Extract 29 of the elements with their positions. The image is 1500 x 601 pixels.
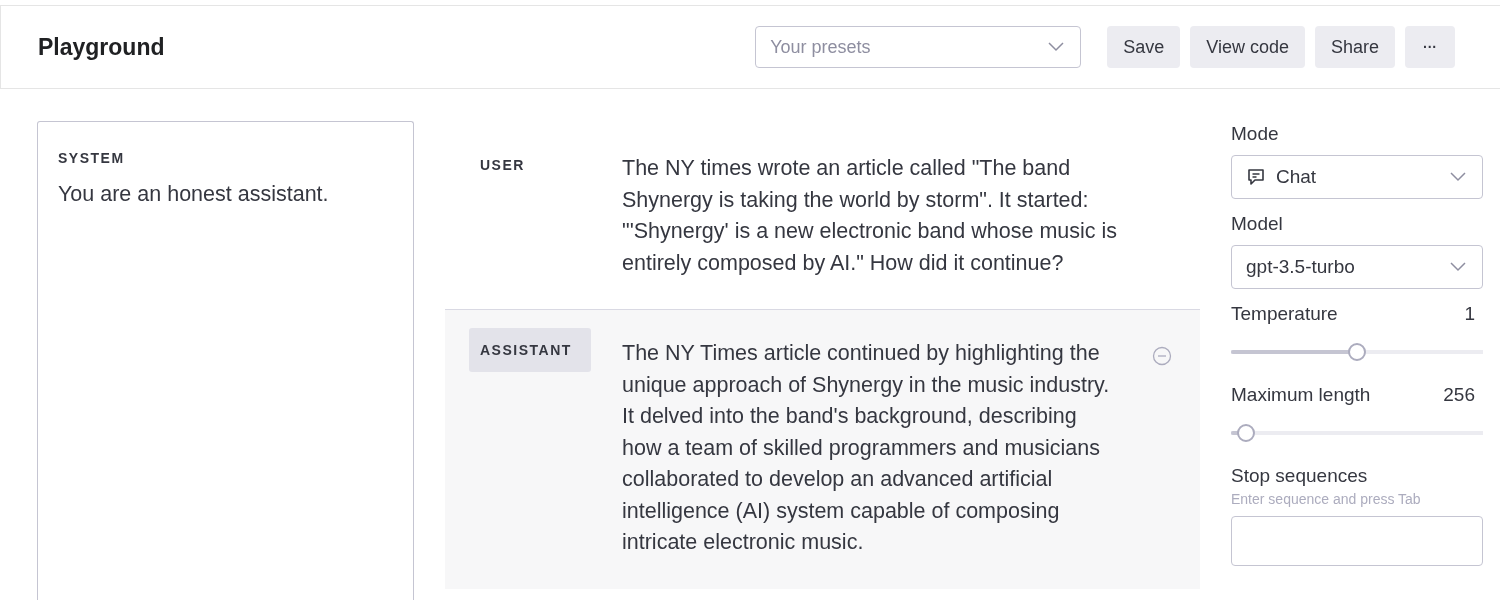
slider-thumb[interactable] <box>1237 424 1256 442</box>
chevron-down-icon <box>1450 172 1466 182</box>
chevron-down-icon <box>1048 42 1065 52</box>
setting-dropdown[interactable]: gpt-3.5-turbo <box>1231 245 1483 289</box>
setting-label: Temperature <box>1231 303 1338 325</box>
setting-value: 1 <box>1464 303 1475 325</box>
header-button[interactable]: Save <box>1107 26 1181 68</box>
message-text[interactable]: The NY times wrote an article called "The band Shynergy is taking the world by storm". It started: "'Shynergy' is a new electronic band whose music is entirely composed by AI." How did it continue? <box>622 153 1122 279</box>
chevron-down-icon <box>1450 262 1466 272</box>
header-button[interactable]: View code <box>1190 26 1305 68</box>
more-button[interactable]: ··· <box>1405 26 1455 68</box>
message-text[interactable]: The NY Times article continued by highlighting the unique approach of Shynergy in the music industry. It delved into the band's background, describing how a team of skilled programmers and musicians collaborated to develop an advanced artificial intelligence (AI) system capable of composing intricate electronic music. <box>622 338 1122 559</box>
slider-thumb[interactable] <box>1348 343 1366 361</box>
hint-text: Enter sequence and press Tab <box>1231 491 1422 507</box>
role-label[interactable]: USER <box>469 143 589 187</box>
setting-label: Maximum length <box>1231 384 1371 406</box>
input-field[interactable] <box>1231 516 1483 566</box>
page-title: Playground <box>38 33 166 61</box>
setting-label: Stop sequences <box>1231 465 1368 487</box>
system-label: SYSTEM <box>58 150 126 166</box>
setting-dropdown[interactable]: Chat <box>1231 155 1483 199</box>
header-button[interactable]: Share <box>1314 26 1395 68</box>
role-button[interactable]: ASSISTANT <box>469 328 591 372</box>
setting-value: 256 <box>1443 384 1475 406</box>
system-prompt[interactable]: You are an honest assistant. <box>58 182 393 207</box>
chat-icon <box>1246 167 1266 187</box>
remove-icon[interactable] <box>1152 346 1172 366</box>
setting-label: Model <box>1231 213 1283 235</box>
setting-label: Mode <box>1231 123 1279 145</box>
